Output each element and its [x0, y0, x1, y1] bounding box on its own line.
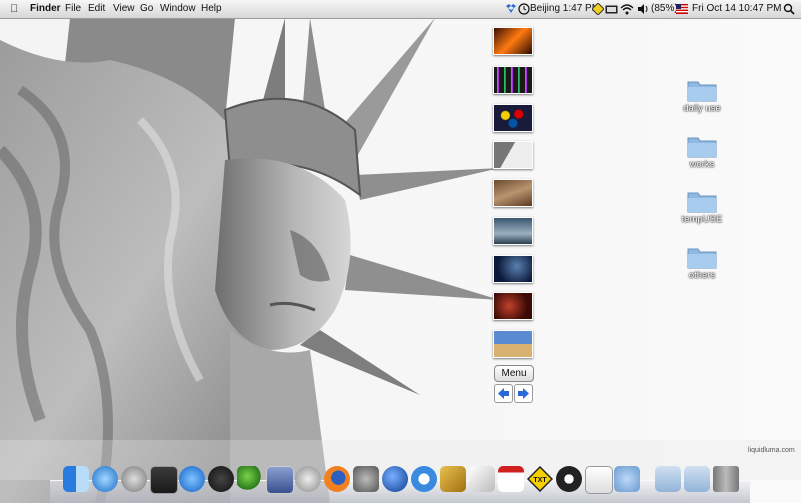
- txt-app-icon[interactable]: TXT: [526, 465, 554, 493]
- right-arrow-icon: [518, 388, 529, 399]
- thumbnail-wood[interactable]: [493, 179, 533, 207]
- folder-others[interactable]: others: [672, 245, 732, 282]
- menu-go[interactable]: Go: [140, 2, 153, 16]
- disk-utility-icon[interactable]: [295, 466, 321, 492]
- widget-menu-button[interactable]: Menu: [494, 365, 534, 382]
- menu-window[interactable]: Window: [160, 2, 196, 16]
- dashboard-icon[interactable]: [208, 466, 234, 492]
- folder-works[interactable]: works: [672, 134, 732, 171]
- app-menu-finder[interactable]: Finder: [30, 2, 61, 16]
- previous-button[interactable]: [494, 384, 513, 403]
- desktop[interactable]: Menu daily use works tempUSE others liqu…: [0, 0, 801, 503]
- thumbnail-red[interactable]: [493, 292, 533, 320]
- pen-tool-icon[interactable]: [469, 466, 495, 492]
- itunes-icon[interactable]: [92, 466, 118, 492]
- menu-edit[interactable]: Edit: [88, 2, 105, 16]
- clock-icon: [518, 3, 530, 15]
- thumbnail-fire[interactable]: [493, 27, 533, 55]
- trash-icon[interactable]: [713, 466, 739, 492]
- txt-badge: TXT: [533, 477, 547, 484]
- folder-icon: [687, 137, 717, 158]
- google-earth-icon[interactable]: [382, 466, 408, 492]
- calendar-icon[interactable]: [498, 466, 524, 492]
- us-flag-icon[interactable]: [676, 3, 688, 15]
- dropbox-icon[interactable]: [505, 3, 517, 15]
- folder-label: tempUSE: [681, 214, 723, 225]
- thumbnail-statue[interactable]: [493, 141, 533, 169]
- spotlight-search-icon[interactable]: [783, 3, 795, 15]
- system-preferences-icon[interactable]: [353, 466, 379, 492]
- applications-folder-icon[interactable]: [655, 466, 681, 492]
- next-button[interactable]: [514, 384, 533, 403]
- safari-icon[interactable]: [411, 466, 437, 492]
- network-icon[interactable]: [614, 466, 640, 492]
- thumbnail-stripes[interactable]: [493, 66, 533, 94]
- folder-icon: [687, 81, 717, 102]
- thumbnail-billiard[interactable]: [493, 104, 533, 132]
- folder-icon: [687, 248, 717, 269]
- watermark-text: liquidluma.com: [748, 447, 795, 454]
- menubar-clock[interactable]: Fri Oct 14 10:47 PM: [692, 2, 781, 16]
- left-arrow-icon: [498, 388, 509, 399]
- thumbnail-ship[interactable]: [493, 217, 533, 245]
- menu-bar:  Finder File Edit View Go Window Help B…: [0, 0, 801, 19]
- folder-daily-use[interactable]: daily use: [672, 78, 732, 115]
- menu-view[interactable]: View: [113, 2, 135, 16]
- downloads-folder-icon[interactable]: [684, 466, 710, 492]
- menu-help[interactable]: Help: [201, 2, 222, 16]
- textedit-icon[interactable]: [585, 466, 613, 494]
- photo-booth-icon[interactable]: [150, 466, 178, 494]
- folder-icon: [687, 192, 717, 213]
- battery-status-icon[interactable]: [605, 3, 618, 15]
- folder-label: others: [688, 270, 716, 281]
- firefox-icon[interactable]: [324, 466, 350, 492]
- status-diamond-icon[interactable]: [592, 3, 604, 15]
- photo-app-icon[interactable]: [266, 466, 294, 494]
- xcode-icon[interactable]: [440, 466, 466, 492]
- alfred-icon[interactable]: [556, 466, 582, 492]
- battery-icon[interactable]: [640, 3, 651, 15]
- messenger-icon[interactable]: [237, 466, 263, 492]
- app-store-icon[interactable]: [179, 466, 205, 492]
- folder-label: daily use: [683, 103, 721, 114]
- battery-percentage[interactable]: (85%): [651, 2, 678, 16]
- launchpad-rocket-icon[interactable]: [121, 466, 147, 492]
- thumbnail-pyramids[interactable]: [493, 330, 533, 358]
- folder-label: works: [689, 159, 715, 170]
- wifi-icon[interactable]: [620, 3, 634, 15]
- menu-file[interactable]: File: [65, 2, 81, 16]
- apple-icon[interactable]: : [10, 2, 18, 16]
- thumbnail-storm[interactable]: [493, 255, 533, 283]
- folder-tempuse[interactable]: tempUSE: [672, 189, 732, 226]
- world-clock[interactable]: Beijing 1:47 PM: [530, 2, 600, 16]
- finder-icon[interactable]: [63, 466, 89, 492]
